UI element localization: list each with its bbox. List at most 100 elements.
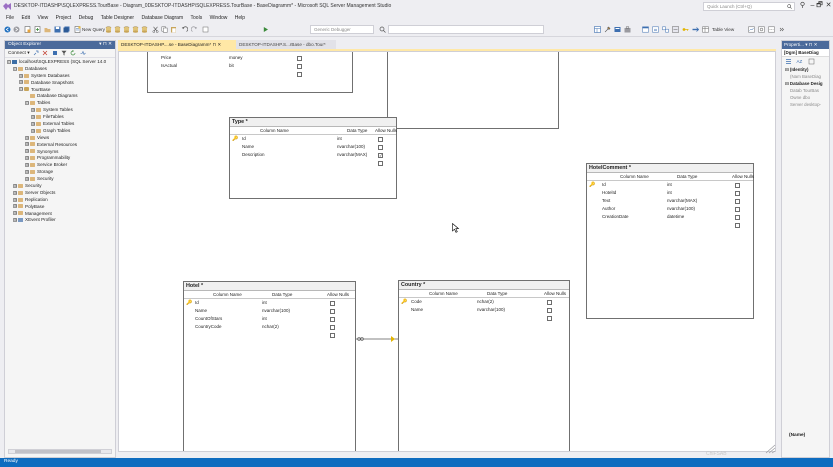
tab-base-diagram[interactable]: DESKTOP-ITDASHP....se - BaseDiagramm* ⊓ … [118, 40, 236, 49]
tree-item[interactable]: ⊞ Graph Tables [5, 128, 115, 135]
save-all-icon[interactable] [63, 26, 70, 33]
toolbox-icon[interactable] [624, 26, 631, 33]
tree-item[interactable]: ⊞ Security [5, 176, 115, 183]
menu-table-designer[interactable]: Table Designer [101, 13, 134, 23]
expand-icon[interactable]: ⊞ [25, 142, 29, 147]
tree-item[interactable]: ⊞ FileTables [5, 114, 115, 121]
expand-icon[interactable]: ⊞ [13, 183, 17, 188]
zoom-icon[interactable] [758, 26, 765, 33]
relationships-icon[interactable] [672, 26, 679, 33]
activity-monitor-icon[interactable] [80, 50, 86, 56]
categorized-icon[interactable] [785, 58, 792, 65]
connect-icon[interactable] [33, 50, 39, 56]
table-view-icon[interactable] [702, 26, 709, 33]
refresh-icon[interactable] [70, 49, 76, 56]
tree-item[interactable]: ⊟ Tables [5, 100, 115, 107]
expand-icon[interactable]: ⊞ [25, 156, 29, 161]
connect-button[interactable]: Connect ▾ [8, 51, 30, 56]
redo-icon[interactable] [191, 26, 198, 33]
filter-icon[interactable] [61, 50, 67, 56]
diagram-canvas[interactable]: Price money IsActual bit Type * Column Name… [118, 51, 776, 452]
expand-icon[interactable]: ⊞ [13, 197, 17, 202]
cut-icon[interactable] [152, 26, 159, 33]
tree-item[interactable]: ⊟ TourBase [5, 87, 115, 94]
tree-item[interactable]: ⊞ External Tables [5, 121, 115, 128]
tab-dbo-tour[interactable]: DESKTOP-ITDASHP.S...rBase - dbo.Tour* [236, 40, 336, 49]
tree-item[interactable]: ⊞ XEvent Profiler [5, 217, 115, 224]
find-combo[interactable] [388, 25, 544, 34]
resize-grip-icon[interactable] [764, 444, 776, 454]
table-view-dropdown[interactable]: Table View [712, 27, 734, 32]
tree-item[interactable]: ⊞ System Databases [5, 73, 115, 80]
add-item-icon[interactable] [34, 26, 41, 33]
expand-icon[interactable]: ⊞ [25, 135, 29, 140]
expand-icon[interactable]: ⊞ [31, 128, 35, 133]
expand-icon[interactable]: ⊞ [13, 204, 17, 209]
menu-edit[interactable]: Edit [21, 13, 30, 23]
new-query-button[interactable]: New Query [82, 27, 105, 32]
start-debug-icon[interactable] [262, 26, 269, 33]
property-row[interactable]: Server desktop- [782, 101, 829, 108]
expand-icon[interactable]: ⊞ [19, 80, 23, 85]
tree-item[interactable]: ⊞ PolyBase [5, 204, 115, 211]
properties-icon[interactable] [604, 26, 611, 33]
panel-buttons[interactable]: ▾ ⊓ ✕ [99, 41, 112, 49]
arrange-tables-icon[interactable] [692, 26, 699, 33]
menu-view[interactable]: View [37, 13, 48, 23]
tree-item[interactable]: ⊞ Synonyms [5, 149, 115, 156]
tree-item[interactable]: ⊞ Database Snapshots [5, 80, 115, 87]
tree-item[interactable]: Database Diagrams [5, 93, 115, 100]
new-query-icon[interactable] [74, 26, 81, 33]
toolbar-overflow-icon[interactable] [778, 26, 785, 33]
expand-icon[interactable]: ⊞ [13, 190, 17, 195]
tree-item[interactable]: ⊞ Replication [5, 197, 115, 204]
property-row[interactable]: Owne dbo [782, 94, 829, 101]
tree-item[interactable]: ⊞ Service Broker [5, 162, 115, 169]
properties-object-selector[interactable]: [Dgm] BaseDiag [782, 49, 829, 57]
alphabetical-icon[interactable]: AZ [796, 58, 803, 65]
expand-icon[interactable]: ⊞ [25, 163, 29, 168]
find-icon[interactable] [379, 26, 386, 33]
tree-item[interactable]: ⊟ localhost\SQLEXPRESS (SQL Server 14.0 [5, 59, 115, 66]
forward-icon[interactable] [13, 26, 20, 33]
page-break-icon[interactable] [768, 26, 775, 33]
scrollbar-thumb[interactable] [15, 450, 101, 453]
copy-icon[interactable] [161, 26, 168, 33]
property-pages-icon[interactable] [808, 58, 815, 65]
tree-item[interactable]: ⊞ System Tables [5, 107, 115, 114]
expand-icon[interactable]: ⊞ [31, 114, 35, 119]
tree-item[interactable]: ⊟ Databases [5, 66, 115, 73]
expand-icon[interactable]: ⊞ [25, 176, 29, 181]
new-table-icon[interactable] [642, 26, 649, 33]
close-button[interactable]: ✕ [824, 1, 833, 11]
menu-help[interactable]: Help [235, 13, 245, 23]
open-file-icon[interactable] [44, 26, 51, 33]
database-engine-query-icon[interactable] [105, 26, 112, 33]
expand-icon[interactable]: ⊞ [25, 149, 29, 154]
mdx-query-icon[interactable] [114, 26, 121, 33]
property-row[interactable]: Datab TourBas [782, 87, 829, 94]
add-related-tables-icon[interactable] [662, 26, 669, 33]
expand-icon[interactable]: ⊞ [19, 73, 23, 78]
new-project-icon[interactable] [24, 26, 31, 33]
dmx-query-icon[interactable] [123, 26, 130, 33]
paste-icon[interactable] [170, 26, 177, 33]
tree-item[interactable]: ⊞ Security [5, 183, 115, 190]
xmla-query-icon[interactable] [132, 26, 139, 33]
tree-item[interactable]: ⊞ Views [5, 135, 115, 142]
disconnect-icon[interactable] [42, 50, 48, 56]
tree-item[interactable]: ⊞ Storage [5, 169, 115, 176]
menu-window[interactable]: Window [210, 13, 228, 23]
collapse-icon[interactable]: ⊟ [13, 66, 17, 71]
tree-item[interactable]: ⊞ Programmability [5, 155, 115, 162]
property-category[interactable]: ⊟ Database Desig [782, 80, 829, 87]
add-table-icon[interactable] [652, 26, 659, 33]
collapse-icon[interactable]: ⊟ [7, 59, 11, 64]
expand-icon[interactable]: ⊞ [13, 211, 17, 216]
tree-item[interactable]: ⊞ External Resources [5, 142, 115, 149]
maximize-button[interactable]: 🗗 [815, 1, 824, 11]
dax-query-icon[interactable] [141, 26, 148, 33]
expand-icon[interactable]: ⊞ [13, 218, 17, 223]
quick-launch-input[interactable]: Quick Launch (Ctrl+Q) [703, 2, 795, 11]
undo-icon[interactable] [181, 26, 188, 33]
